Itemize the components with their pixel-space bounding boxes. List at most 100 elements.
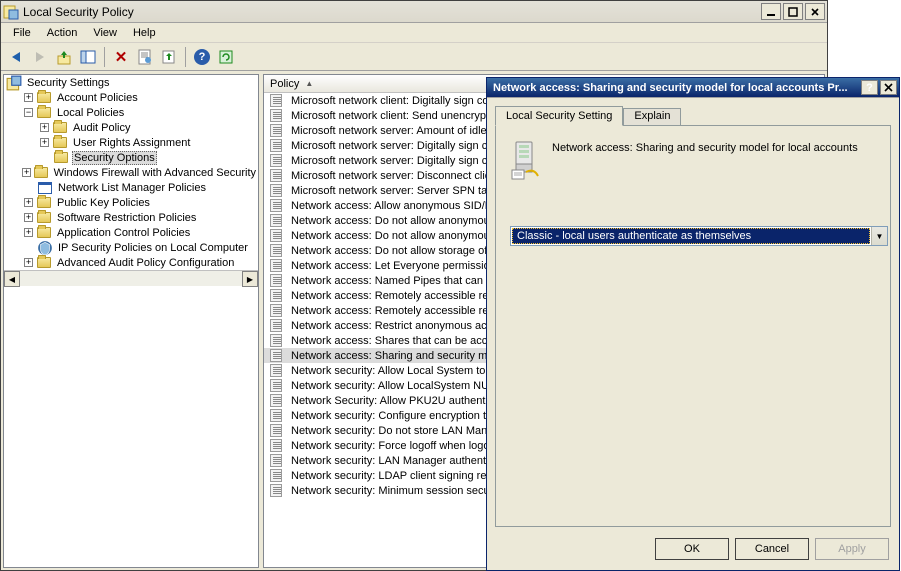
tree-item[interactable]: +Public Key Policies xyxy=(4,195,258,210)
policy-label: Microsoft network server: Disconnect cli… xyxy=(291,170,497,182)
collapse-button[interactable]: − xyxy=(24,108,33,117)
folder-icon xyxy=(36,256,52,270)
tree-item[interactable]: + Account Policies xyxy=(4,90,258,105)
folder-icon xyxy=(36,211,52,225)
tree-item-label: Application Control Policies xyxy=(55,227,192,239)
up-button[interactable] xyxy=(53,46,75,68)
security-settings-icon xyxy=(6,76,22,90)
policy-icon xyxy=(268,109,284,123)
policy-label: Network security: LAN Manager authentica xyxy=(291,455,500,467)
expand-button[interactable]: + xyxy=(24,258,33,267)
tree-item-label: Account Policies xyxy=(55,92,140,104)
expand-button[interactable]: + xyxy=(22,168,30,177)
security-model-dropdown[interactable]: Classic - local users authenticate as th… xyxy=(510,226,888,246)
dialog-close-button[interactable] xyxy=(880,80,897,95)
arrow-left-icon xyxy=(12,52,20,62)
help-button[interactable]: ? xyxy=(191,46,213,68)
scroll-right-button[interactable]: ▶ xyxy=(242,271,258,287)
expand-button[interactable]: + xyxy=(40,123,49,132)
tree-scrollbar-horizontal[interactable]: ◀ ▶ xyxy=(4,270,258,286)
tree-pane[interactable]: Security Settings + Account Policies−Local… xyxy=(3,74,259,568)
shield-icon xyxy=(37,241,53,255)
minimize-button[interactable] xyxy=(761,3,781,20)
properties-dialog: Network access: Sharing and security mod… xyxy=(486,77,900,571)
tree-item-label: Audit Policy xyxy=(71,122,132,134)
tree-item-label: Advanced Audit Policy Configuration xyxy=(55,257,236,269)
folder-icon xyxy=(36,91,52,105)
policy-label: Network security: LDAP client signing re… xyxy=(291,470,501,482)
tree-item[interactable]: + Software Restriction Policies xyxy=(4,210,258,225)
dialog-help-button[interactable]: ? xyxy=(861,80,878,95)
menu-file[interactable]: File xyxy=(5,25,39,41)
forward-button[interactable] xyxy=(29,46,51,68)
expand-button[interactable]: + xyxy=(24,213,33,222)
policy-label: Network security: Minimum session securi… xyxy=(291,485,504,497)
policy-icon xyxy=(268,94,284,108)
policy-icon xyxy=(268,259,284,273)
tree-item[interactable]: + Audit Policy xyxy=(4,120,258,135)
expand-button[interactable]: + xyxy=(24,228,33,237)
policy-label: Network access: Do not allow anonymous e xyxy=(291,215,504,227)
policy-label: Network access: Let Everyone permissions xyxy=(291,260,501,272)
apply-button[interactable]: Apply xyxy=(815,538,889,560)
tree-item-label: User Rights Assignment xyxy=(71,137,192,149)
tree-item[interactable]: −Local Policies xyxy=(4,105,258,120)
policy-label: Microsoft network server: Amount of idle… xyxy=(291,125,493,137)
policy-icon xyxy=(268,379,284,393)
close-button[interactable] xyxy=(805,3,825,20)
tree-item[interactable]: + User Rights Assignment xyxy=(4,135,258,150)
properties-icon xyxy=(137,49,153,65)
menu-action[interactable]: Action xyxy=(39,25,86,41)
tree-item[interactable]: Security Options xyxy=(4,150,258,165)
policy-label: Network access: Remotely accessible regi… xyxy=(291,290,503,302)
tree-item[interactable]: IP Security Policies on Local Computer xyxy=(4,240,258,255)
scroll-track[interactable] xyxy=(20,271,242,286)
policy-icon xyxy=(268,244,284,258)
expand-button[interactable]: + xyxy=(24,198,33,207)
tree-item[interactable]: + Advanced Audit Policy Configuration xyxy=(4,255,258,270)
menu-help[interactable]: Help xyxy=(125,25,164,41)
tree-item[interactable]: +Windows Firewall with Advanced Security xyxy=(4,165,258,180)
delete-button[interactable]: ✕ xyxy=(110,46,132,68)
export-button[interactable] xyxy=(158,46,180,68)
column-header-label: Policy xyxy=(270,78,299,90)
policy-icon xyxy=(268,424,284,438)
menu-view[interactable]: View xyxy=(85,25,125,41)
ok-button[interactable]: OK xyxy=(655,538,729,560)
arrow-right-icon xyxy=(36,52,44,62)
policy-label: Network access: Sharing and security mod xyxy=(291,350,499,362)
policy-label: Microsoft network server: Server SPN tar… xyxy=(291,185,497,197)
dropdown-value: Classic - local users authenticate as th… xyxy=(512,228,870,244)
app-window-icon xyxy=(37,181,53,195)
tree-item[interactable]: + Application Control Policies xyxy=(4,225,258,240)
policy-icon xyxy=(268,394,284,408)
folder-icon xyxy=(36,226,52,240)
tree-item[interactable]: Network List Manager Policies xyxy=(4,180,258,195)
tree-root[interactable]: Security Settings xyxy=(4,75,258,90)
show-panel-button[interactable] xyxy=(77,46,99,68)
expand-button[interactable]: + xyxy=(40,138,49,147)
folder-icon xyxy=(36,196,52,210)
tree-item-label: Software Restriction Policies xyxy=(55,212,198,224)
properties-button[interactable] xyxy=(134,46,156,68)
panel-icon xyxy=(80,49,96,65)
policy-icon xyxy=(268,454,284,468)
tab-local-security-setting[interactable]: Local Security Setting xyxy=(495,106,623,126)
scroll-left-button[interactable]: ◀ xyxy=(4,271,20,287)
policy-icon xyxy=(268,274,284,288)
refresh-button[interactable] xyxy=(215,46,237,68)
cancel-button[interactable]: Cancel xyxy=(735,538,809,560)
dropdown-button[interactable]: ▼ xyxy=(871,227,887,245)
folder-icon xyxy=(36,106,52,120)
back-button[interactable] xyxy=(5,46,27,68)
expand-button[interactable]: + xyxy=(24,93,33,102)
policy-icon xyxy=(268,124,284,138)
tab-explain[interactable]: Explain xyxy=(623,108,681,125)
toolbar: ✕ ? xyxy=(1,43,827,71)
maximize-button[interactable] xyxy=(783,3,803,20)
policy-label: Network access: Do not allow anonymous e xyxy=(291,230,504,242)
main-titlebar[interactable]: Local Security Policy xyxy=(1,1,827,23)
dialog-titlebar[interactable]: Network access: Sharing and security mod… xyxy=(487,78,899,98)
dialog-buttons: OK Cancel Apply xyxy=(655,538,889,560)
dialog-title: Network access: Sharing and security mod… xyxy=(489,82,861,94)
